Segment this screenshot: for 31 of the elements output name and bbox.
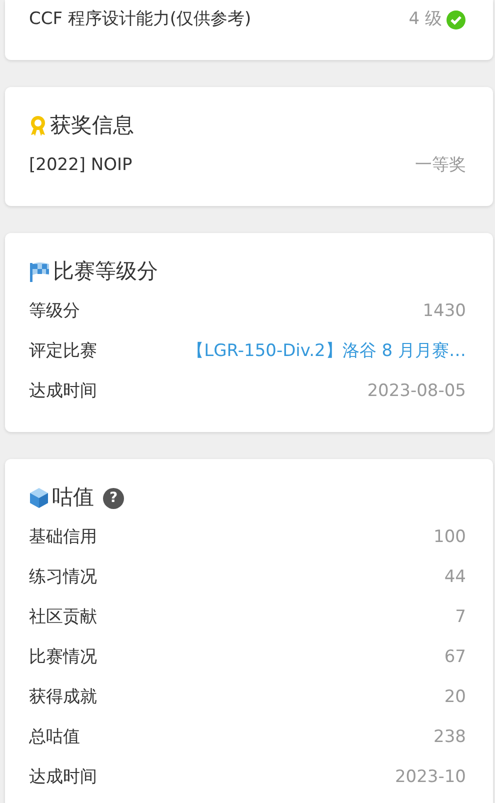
field-label: 达成时间	[29, 380, 97, 404]
field-value: 7	[455, 606, 466, 630]
field-value: 44	[444, 566, 466, 590]
field-label: 比赛情况	[29, 646, 97, 670]
field-value: 100	[434, 526, 466, 550]
level-value: 4 级	[408, 8, 442, 32]
help-icon[interactable]: ?	[103, 488, 124, 508]
cube-icon	[29, 487, 49, 509]
field-value: 67	[444, 646, 466, 670]
field-label: 获得成就	[29, 686, 97, 710]
field-value: 2023-10	[394, 766, 466, 790]
field-label: [2022] NOIP	[29, 154, 132, 178]
check-badge-icon	[446, 10, 466, 30]
field-value: 20	[444, 686, 466, 710]
checkered-flag-icon	[29, 262, 50, 282]
field-value: 2023-08-05	[367, 380, 466, 404]
field-label: 评定比赛	[29, 340, 97, 364]
field-label: 练习情况	[29, 566, 97, 590]
field-label: CCF 程序设计能力(仅供参考)	[29, 8, 252, 32]
field-value: 一等奖	[415, 154, 466, 178]
field-value: 1430	[422, 300, 466, 324]
field-label: 社区贡献	[29, 606, 97, 630]
section-title: 比赛等级分	[53, 258, 158, 286]
field-label: 总咕值	[29, 726, 80, 750]
section-title: 咕值	[52, 484, 94, 512]
field-value: 238	[434, 726, 466, 750]
field-label: 基础信用	[29, 526, 97, 550]
field-label: 等级分	[29, 300, 80, 324]
section-title: 获奖信息	[50, 112, 134, 140]
award-icon	[29, 115, 47, 137]
field-label: 达成时间	[29, 766, 97, 790]
